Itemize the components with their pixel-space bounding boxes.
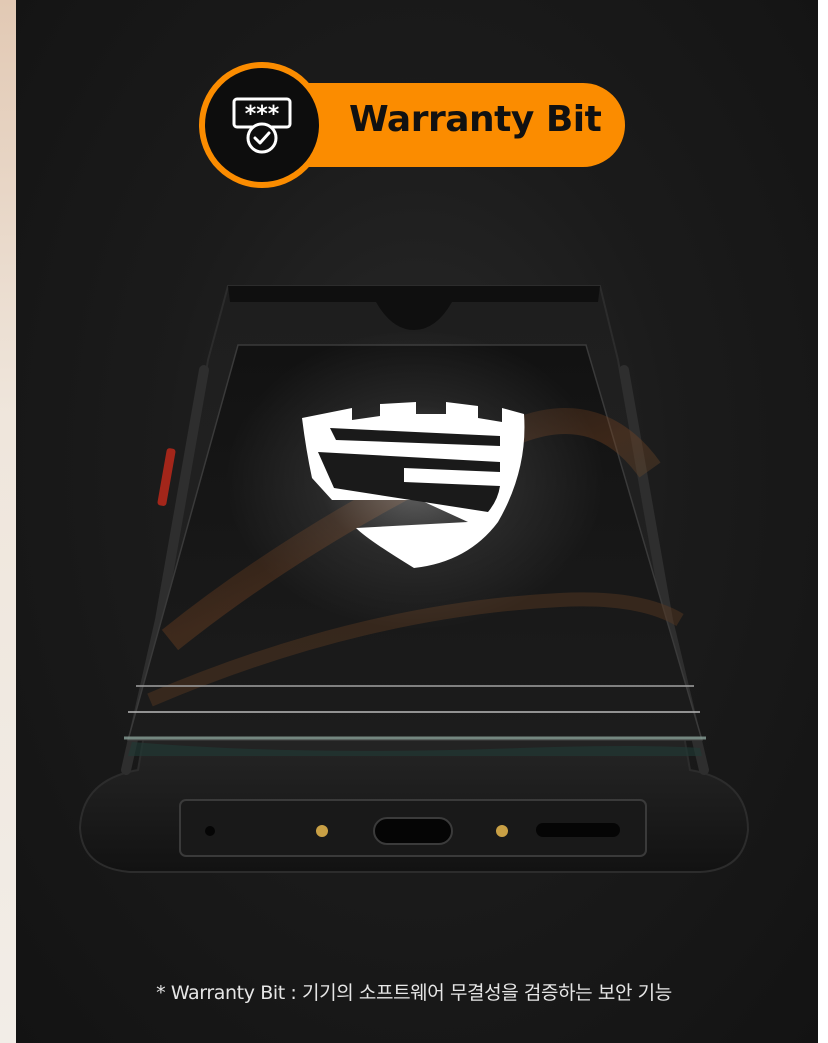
footnote-text: * Warranty Bit : 기기의 소프트웨어 무결성을 검증하는 보안 … (156, 982, 672, 1004)
badge-icon-circle: *** (199, 62, 325, 188)
warranty-bit-badge: *** Warranty Bit (199, 62, 627, 188)
password-verified-icon: *** (232, 97, 292, 154)
badge-label: Warranty Bit (349, 99, 602, 140)
